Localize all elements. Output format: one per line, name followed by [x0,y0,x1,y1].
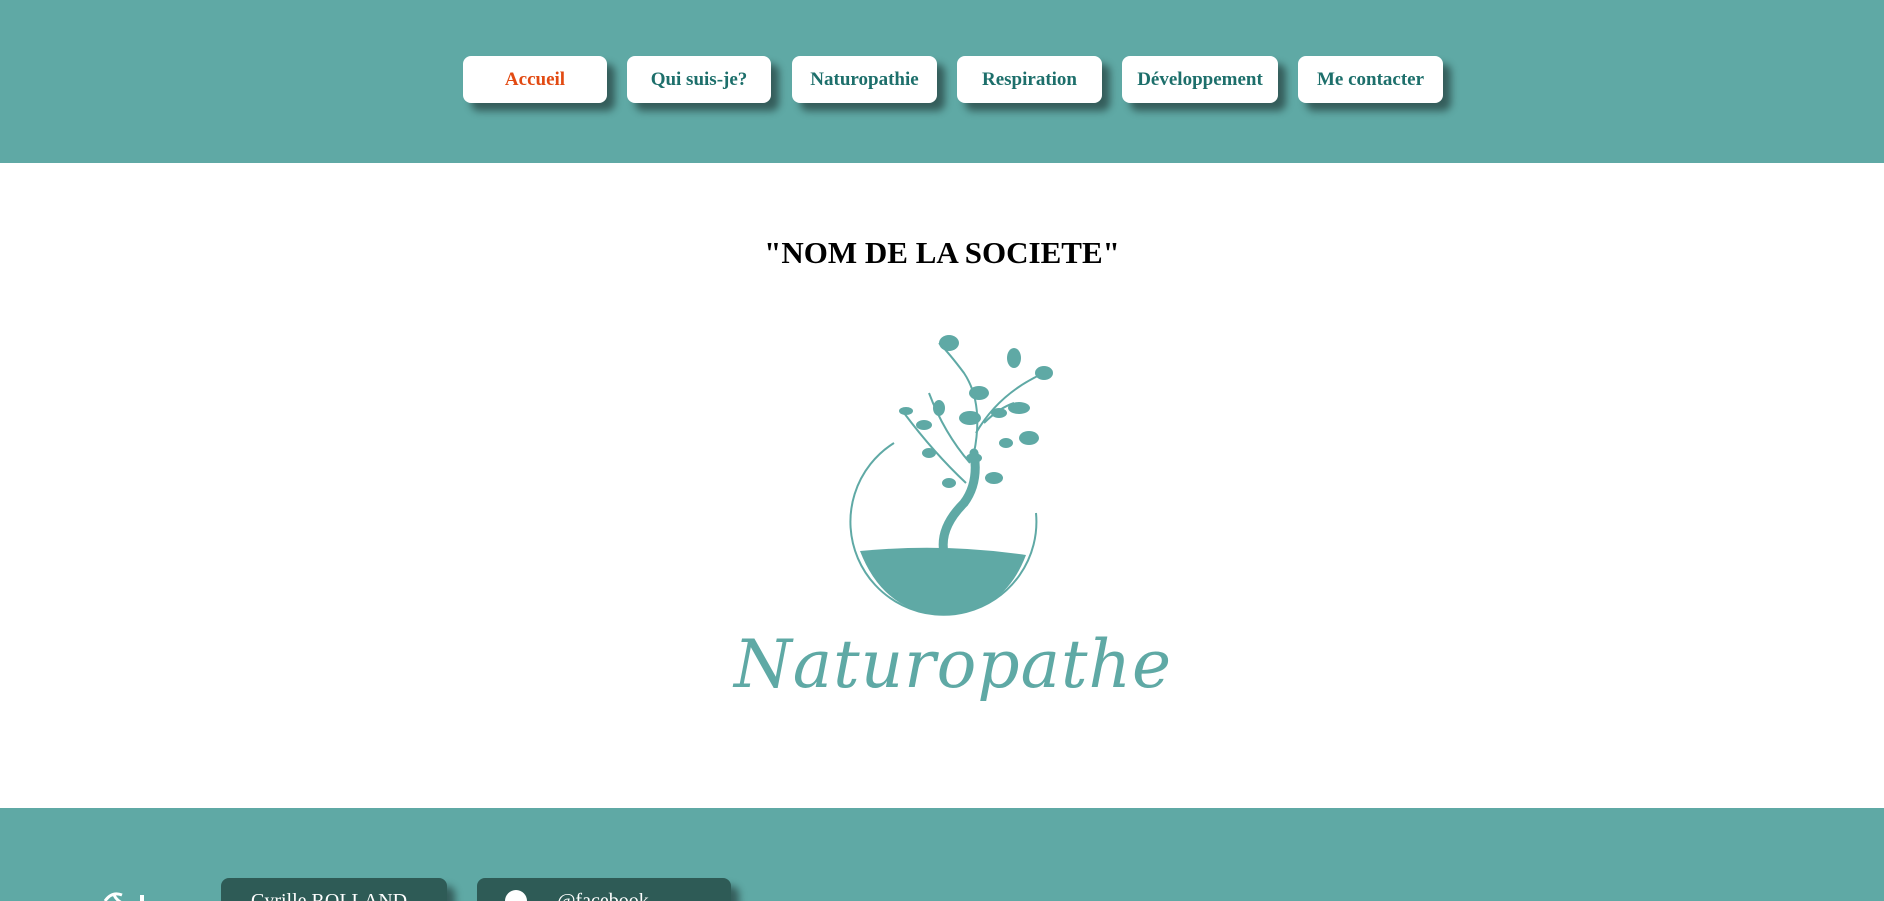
nav-item-label: Accueil [504,68,566,90]
contact-name-button[interactable]: Cyrille ROLLAND [221,878,447,901]
nav-item-label: Naturopathie [810,68,919,90]
nav-item-me-contacter[interactable]: Me contacter [1298,56,1443,103]
footer: Cyrille ROLLAND @facebook [0,808,1884,901]
nav-item-respiration[interactable]: Respiration [957,56,1102,103]
contact-name: Cyrille ROLLAND [251,890,408,901]
nav-item-naturopathie[interactable]: Naturopathie [792,56,937,103]
main-nav: Accueil Qui suis-je? Naturopathie Respir… [0,56,1884,103]
main-content: "NOM DE LA SOCIETE" Naturopathe [0,163,1884,808]
leaf-logo-icon [103,892,144,901]
facebook-handle: @facebook [557,890,649,901]
logo-text: Naturopathe [734,626,1173,703]
nav-item-qui-suis-je[interactable]: Qui suis-je? [627,56,771,103]
top-bar: Accueil Qui suis-je? Naturopathie Respir… [0,0,1884,163]
nav-item-accueil[interactable]: Accueil [463,56,607,103]
nav-item-label: Me contacter [1316,68,1425,90]
company-name: "NOM DE LA SOCIETE" [764,235,1120,270]
nav-item-label: Développement [1137,68,1263,90]
naturopathe-logo: Naturopathe [734,313,1173,713]
nav-item-label: Qui suis-je? [650,68,748,90]
nav-item-label: Respiration [982,68,1077,90]
nav-item-developpement[interactable]: Développement [1122,56,1278,103]
facebook-icon [505,890,527,901]
facebook-button[interactable]: @facebook [477,878,731,901]
tree-logo-icon [849,335,1053,616]
